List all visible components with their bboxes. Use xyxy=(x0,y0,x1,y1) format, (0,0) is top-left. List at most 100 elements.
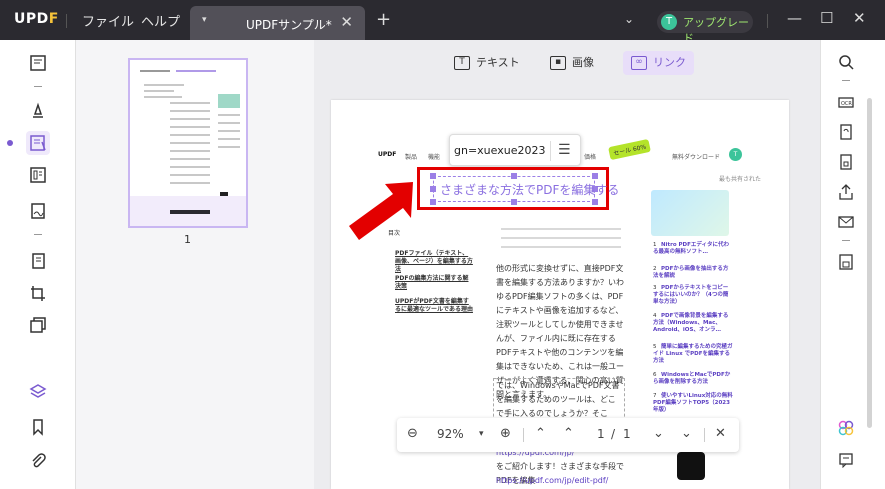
doc-toc-item: PDFの編集方法に関する解決策 xyxy=(395,275,469,290)
new-tab-icon[interactable]: + xyxy=(376,9,391,30)
resize-handle[interactable] xyxy=(430,173,436,179)
active-indicator xyxy=(7,140,13,146)
doc-toc-item: PDFファイル（テキスト、画像、ページ）を編集する方法 xyxy=(395,250,473,273)
menu-file[interactable]: ファイル xyxy=(82,11,134,30)
page-separator: / xyxy=(611,427,616,441)
add-text-label: テキスト xyxy=(476,56,520,69)
tab-caret-icon[interactable]: ▾ xyxy=(202,15,207,25)
divider xyxy=(34,234,42,235)
edit-pdf-icon[interactable] xyxy=(26,131,50,155)
doc-nav-products: 製品 xyxy=(405,154,418,161)
zoom-dropdown-icon[interactable]: ▾ xyxy=(479,429,484,439)
close-tab-icon[interactable]: ✕ xyxy=(340,13,353,31)
form-icon[interactable] xyxy=(29,166,47,184)
pages-icon[interactable] xyxy=(29,316,47,334)
highlighter-icon[interactable] xyxy=(29,102,47,120)
title-bar: UPDF ファイル ヘルプ ▾ UPDFサンプル* ✕ + ⌄ T アップグレー… xyxy=(0,0,885,45)
list-item: 6 WindowsとMacでPDFから画像を削除する方法 xyxy=(653,372,731,385)
tab-title: UPDFサンプル* xyxy=(246,18,332,32)
list-item: 1 Nitro PDFエディタに代わる最高の無料ソフト… xyxy=(653,242,729,255)
add-text-button[interactable]: T テキスト xyxy=(454,51,520,75)
page-thumbnail[interactable] xyxy=(128,58,248,228)
zoom-navigation-bar: ⊖ 92% ▾ ⊕ ⌃ ⌃ 1 / 1 ⌄ ⌄ ✕ xyxy=(397,418,739,452)
zoom-level[interactable]: 92% xyxy=(437,427,464,441)
link-settings-icon[interactable]: ☰ xyxy=(558,142,571,158)
edit-toolbar: T テキスト ▪ 画像 ∞ リンク xyxy=(314,40,820,84)
upgrade-button[interactable]: T アップグレード xyxy=(657,11,753,45)
doc-avatar: T xyxy=(729,148,742,161)
thumbnail-page-number: 1 xyxy=(184,233,191,246)
doc-most-shared: 最も共有された xyxy=(719,176,762,183)
page-current[interactable]: 1 xyxy=(597,427,605,441)
add-link-label: リンク xyxy=(653,56,686,69)
bookmark-icon[interactable] xyxy=(29,418,47,436)
crop-icon[interactable] xyxy=(29,284,47,302)
resize-handle[interactable] xyxy=(430,199,436,205)
right-toolbar: OCR xyxy=(820,40,885,489)
prev-page-icon[interactable]: ⌃ xyxy=(563,426,574,441)
divider xyxy=(550,141,551,161)
divider xyxy=(66,14,67,28)
add-image-button[interactable]: ▪ 画像 xyxy=(550,51,594,75)
app-logo: UPDF xyxy=(14,11,59,27)
page-total: 1 xyxy=(623,427,631,441)
resize-handle[interactable] xyxy=(511,173,517,179)
next-page-icon[interactable]: ⌄ xyxy=(653,426,664,441)
attachment-icon[interactable] xyxy=(29,452,47,470)
share-icon[interactable] xyxy=(838,184,854,200)
organize-pages-icon[interactable] xyxy=(29,252,47,270)
divider xyxy=(842,80,850,81)
doc-promo-image xyxy=(651,190,729,236)
resize-handle[interactable] xyxy=(430,186,436,192)
resize-handle[interactable] xyxy=(511,199,517,205)
divider xyxy=(523,428,524,442)
zoom-in-icon[interactable]: ⊕ xyxy=(500,426,511,441)
svg-text:OCR: OCR xyxy=(841,101,852,107)
text-icon: T xyxy=(454,56,470,70)
ocr-icon[interactable]: OCR xyxy=(838,94,854,110)
doc-toc-item: UPDFがPDF文書を編集するに最適なツールである理由 xyxy=(395,298,473,313)
list-item: 2 PDFから画像を抽出する方法を解説 xyxy=(653,266,729,279)
list-item: 5 簡単に編集するための究極ガイド Linux でPDFを編集する方法 xyxy=(653,344,733,364)
scrollbar[interactable] xyxy=(867,98,872,428)
selected-heading-text: さまざまな方法でPDFを編集する xyxy=(440,183,620,197)
signature-icon[interactable] xyxy=(29,202,47,220)
last-page-icon[interactable]: ⌄ xyxy=(681,426,692,441)
doc-nav-price: 価格 xyxy=(584,154,597,161)
doc-url[interactable]: https://updf.com/jp/edit-pdf/ xyxy=(496,474,626,488)
comment-icon[interactable] xyxy=(838,452,854,469)
document-tab[interactable]: ▾ UPDFサンプル* ✕ xyxy=(190,6,365,40)
avatar: T xyxy=(661,14,677,30)
link-icon: ∞ xyxy=(631,56,647,70)
link-url-field[interactable]: gn=xuexue202312 xyxy=(454,144,546,157)
doc-free-download: 無料ダウンロード xyxy=(672,154,721,161)
search-icon[interactable] xyxy=(838,54,854,70)
divider xyxy=(34,86,42,87)
close-bar-icon[interactable]: ✕ xyxy=(715,426,726,441)
convert-icon[interactable] xyxy=(838,124,854,140)
list-item: 4 PDFで画像背景を編集する方法（Windows、Mac、Android、iOS… xyxy=(653,313,729,333)
resize-handle[interactable] xyxy=(592,173,598,179)
chevron-down-icon[interactable]: ⌄ xyxy=(624,12,634,26)
image-icon: ▪ xyxy=(550,56,566,70)
doc-nav-features: 機能 xyxy=(428,154,441,161)
ai-assistant-icon[interactable] xyxy=(838,420,854,436)
zoom-out-icon[interactable]: ⊖ xyxy=(407,426,418,441)
save-icon[interactable] xyxy=(838,254,854,270)
close-window-icon[interactable]: ✕ xyxy=(853,9,866,27)
add-link-button[interactable]: ∞ リンク xyxy=(623,51,694,75)
maximize-icon[interactable]: ☐ xyxy=(820,9,833,27)
doc-app-icon xyxy=(677,452,705,480)
protect-icon[interactable] xyxy=(838,154,854,170)
menu-help[interactable]: ヘルプ xyxy=(141,11,180,30)
reader-icon[interactable] xyxy=(29,54,47,72)
email-icon[interactable] xyxy=(838,214,854,230)
minimize-icon[interactable]: — xyxy=(787,9,802,27)
list-item: 7 使いやすいLinux対応の無料PDF編集ソフトTOP5（2023年版） xyxy=(653,393,733,413)
list-item: 3 PDFからテキストをコピーするにはいいのか？（4つの簡単な方法） xyxy=(653,285,729,305)
first-page-icon[interactable]: ⌃ xyxy=(535,426,546,441)
link-url-popup[interactable]: gn=xuexue202312 ☰ xyxy=(449,134,581,166)
resize-handle[interactable] xyxy=(592,199,598,205)
layers-icon[interactable] xyxy=(29,383,47,401)
divider xyxy=(704,428,705,442)
